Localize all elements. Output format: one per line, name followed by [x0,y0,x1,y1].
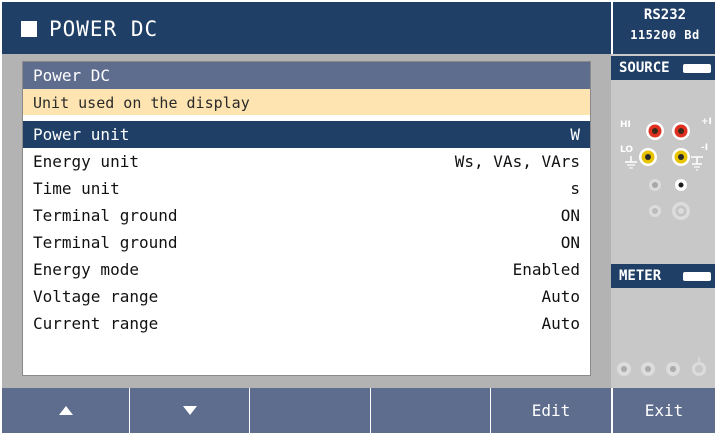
interface-port: RS232 [643,7,687,23]
edit-button-label: Edit [531,401,571,420]
setting-value: Auto [541,314,580,333]
header-bar: POWER DC RS232 115200 Bd [2,2,715,54]
source-label: SOURCE [619,60,670,76]
setting-value: s [570,179,580,198]
dialog-title: Power DC [23,62,590,89]
exit-button-label: Exit [644,401,684,420]
square-icon [21,21,37,37]
setting-row-time-unit[interactable]: Time unit s [23,175,590,202]
setting-value: ON [560,233,580,252]
setting-row-terminal-ground[interactable]: Terminal ground ON [23,202,590,229]
setting-row-energy-mode[interactable]: Energy mode Enabled [23,256,590,283]
setting-label: Current range [33,314,159,333]
up-button[interactable] [2,388,129,433]
interface-baud: 115200 Bd [630,28,700,42]
setting-label: Terminal ground [33,233,178,252]
terminal-jacks-icon [625,122,703,220]
softkey-3[interactable] [249,388,370,433]
up-arrow-icon [58,406,73,415]
page-title: POWER DC [21,15,158,43]
page-title-text: POWER DC [49,17,159,41]
setting-value: Ws, VAs, VArs [454,152,580,171]
softkey-bar: Edit Exit [2,388,715,433]
edit-button[interactable]: Edit [490,388,611,433]
setting-label: Energy unit [33,152,139,171]
setting-value: Auto [541,287,580,306]
setting-label: Power unit [33,125,130,144]
meter-toggle-indicator [683,272,711,281]
setting-value: ON [560,206,580,225]
setting-label: Terminal ground [33,206,178,225]
setting-label: Time unit [33,179,120,198]
setting-row-voltage-range[interactable]: Voltage range Auto [23,283,590,310]
down-button[interactable] [129,388,249,433]
setting-row-current-range[interactable]: Current range Auto [23,310,590,337]
softkey-4[interactable] [370,388,490,433]
setting-label: Voltage range [33,287,159,306]
settings-list: Power unit W Energy unit Ws, VAs, VArs T… [23,121,590,337]
source-toggle-indicator [683,64,711,73]
setting-value: W [570,125,580,144]
source-section-toggle[interactable]: SOURCE [611,56,715,80]
setting-row-energy-unit[interactable]: Energy unit Ws, VAs, VArs [23,148,590,175]
meter-section-toggle[interactable]: METER [611,264,715,288]
exit-button[interactable]: Exit [611,388,715,433]
setting-value: Enabled [512,260,580,279]
dialog-description: Unit used on the display [23,89,590,117]
setting-row-power-unit[interactable]: Power unit W [23,121,590,148]
meter-jacks-icon [617,357,706,376]
setting-label: Energy mode [33,260,139,279]
meter-label: METER [619,268,662,284]
setting-row-terminal-ground[interactable]: Terminal ground ON [23,229,590,256]
down-arrow-icon [182,406,197,415]
terminal-panel: SOURCE HI +I LO -I METER [611,54,715,388]
interface-status[interactable]: RS232 115200 Bd [611,2,717,54]
settings-dialog: Power DC Unit used on the display Power … [22,61,591,376]
calibrator-screen: POWER DC RS232 115200 Bd Power DC Unit u… [0,0,719,433]
